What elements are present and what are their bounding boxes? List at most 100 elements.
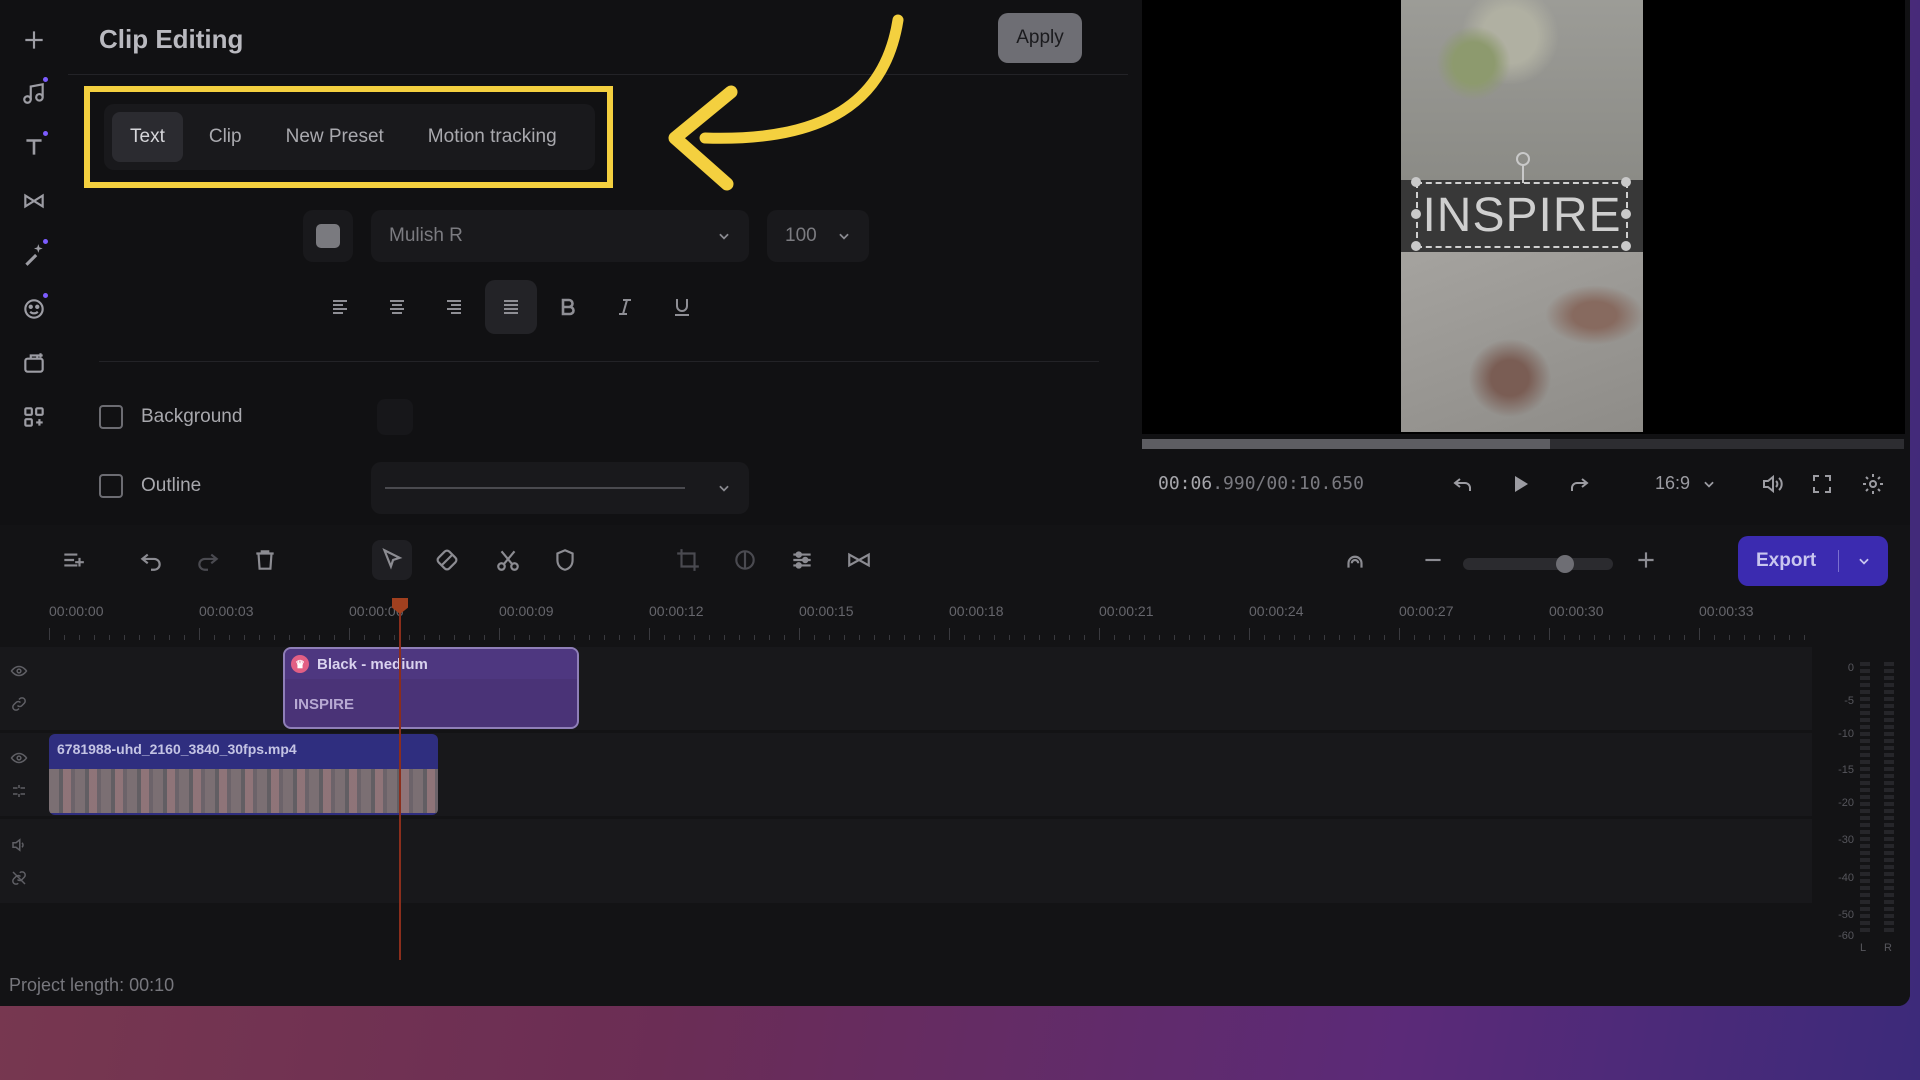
timeline-ruler[interactable]: 00:00:00 00:00:03 00:00:06 00:00:09 00:00:12… (0, 595, 1820, 655)
format-toolbar (314, 280, 708, 334)
effects-icon[interactable] (14, 235, 54, 275)
settings-icon[interactable] (1855, 466, 1891, 502)
ruler-tick (604, 635, 605, 640)
zoom-slider-knob[interactable] (1556, 555, 1574, 573)
undo-icon[interactable] (131, 540, 171, 580)
apply-button[interactable]: Apply (998, 13, 1082, 63)
magnet-icon[interactable] (1335, 540, 1375, 580)
resize-handle[interactable] (1411, 177, 1421, 187)
volume-icon[interactable] (1754, 466, 1790, 502)
crop-icon[interactable] (668, 540, 708, 580)
outline-option[interactable]: Outline (99, 474, 201, 498)
templates-icon[interactable] (14, 343, 54, 383)
font-dropdown[interactable]: Mulish R (371, 210, 749, 262)
italic-icon[interactable] (599, 280, 651, 334)
ruler-tick (574, 635, 575, 640)
mask-icon[interactable] (545, 540, 585, 580)
align-right-icon[interactable] (428, 280, 480, 334)
text-clip[interactable]: ♛ Black - medium INSPIRE (283, 647, 579, 729)
music-icon[interactable] (14, 73, 54, 113)
background-color-swatch[interactable] (377, 399, 413, 435)
underline-icon[interactable] (656, 280, 708, 334)
tab-clip[interactable]: Clip (191, 112, 260, 162)
resize-handle[interactable] (1621, 177, 1631, 187)
tab-motion-tracking[interactable]: Motion tracking (410, 112, 575, 162)
link-icon[interactable] (10, 695, 28, 713)
tool-rail (0, 0, 68, 525)
select-tool-icon[interactable] (372, 540, 412, 580)
ruler-tick (1084, 635, 1085, 640)
add-track-icon[interactable] (53, 540, 93, 580)
text-color-picker[interactable] (303, 210, 353, 262)
resize-handle[interactable] (1411, 241, 1421, 251)
link-off-icon[interactable] (10, 782, 28, 800)
aspect-ratio-dropdown[interactable]: 16:9 (1655, 473, 1716, 494)
eye-icon[interactable] (10, 662, 28, 680)
text-overlay-box[interactable]: INSPIRE (1416, 182, 1628, 248)
chevron-down-icon (839, 233, 849, 240)
align-left-icon[interactable] (314, 280, 366, 334)
transition-icon[interactable] (14, 181, 54, 221)
speaker-icon[interactable] (10, 836, 28, 854)
ruler-tick (229, 635, 230, 640)
redo-icon[interactable] (188, 540, 228, 580)
ruler-label: 00:00:18 (949, 603, 1004, 619)
ruler-tick (949, 628, 950, 640)
align-center-icon[interactable] (371, 280, 423, 334)
resize-handle[interactable] (1411, 209, 1421, 219)
zoom-out-icon[interactable] (1413, 540, 1453, 580)
ruler-tick (589, 635, 590, 640)
delete-icon[interactable] (245, 540, 285, 580)
background-option[interactable]: Background (99, 405, 242, 429)
ruler-tick (319, 635, 320, 640)
ruler-tick (1489, 635, 1490, 640)
adjust-icon[interactable] (782, 540, 822, 580)
play-icon[interactable] (1502, 466, 1538, 502)
rewind-icon[interactable] (1445, 466, 1481, 502)
bold-icon[interactable] (542, 280, 594, 334)
ruler-tick (49, 628, 50, 640)
filter-icon[interactable] (725, 540, 765, 580)
ruler-tick (679, 635, 680, 640)
plus-icon[interactable] (14, 20, 54, 60)
preview-scrubber[interactable] (1142, 439, 1904, 449)
font-size-dropdown[interactable]: 100 (767, 210, 869, 262)
ruler-tick (1564, 635, 1565, 640)
tab-text[interactable]: Text (112, 112, 183, 162)
background-checkbox[interactable] (99, 405, 123, 429)
ruler-tick (1024, 635, 1025, 640)
text-icon[interactable] (14, 127, 54, 167)
export-button[interactable]: Export (1738, 536, 1888, 586)
audio-track (0, 819, 1812, 903)
video-clip-name: 6781988-uhd_2160_3840_30fps.mp4 (57, 741, 297, 757)
ruler-label: 00:00:24 (1249, 603, 1304, 619)
tab-new-preset[interactable]: New Preset (268, 112, 402, 162)
cut-icon[interactable] (488, 540, 528, 580)
outline-checkbox[interactable] (99, 474, 123, 498)
eye-icon[interactable] (10, 749, 28, 767)
zoom-slider[interactable] (1463, 555, 1613, 573)
ruler-tick (1159, 635, 1160, 640)
align-justify-icon[interactable] (485, 280, 537, 334)
transition-icon[interactable] (839, 540, 879, 580)
resize-handle[interactable] (1621, 209, 1631, 219)
sticker-icon[interactable] (14, 289, 54, 329)
forward-icon[interactable] (1561, 466, 1597, 502)
resize-handle[interactable] (1621, 241, 1631, 251)
rotate-handle[interactable] (1516, 152, 1530, 166)
chevron-down-icon[interactable] (1839, 554, 1888, 568)
timecode: 00:06.990/00:10.650 (1158, 473, 1364, 494)
outline-style-dropdown[interactable] (371, 462, 749, 514)
apps-icon[interactable] (14, 397, 54, 437)
fullscreen-icon[interactable] (1804, 466, 1840, 502)
unlink-icon[interactable] (10, 869, 28, 887)
split-tool-icon[interactable] (427, 540, 467, 580)
ruler-tick (559, 635, 560, 640)
ruler-tick (934, 635, 935, 640)
zoom-in-icon[interactable] (1626, 540, 1666, 580)
ruler-tick (544, 635, 545, 640)
playhead[interactable] (399, 598, 401, 960)
video-clip[interactable]: 6781988-uhd_2160_3840_30fps.mp4 (49, 734, 438, 815)
divider (99, 361, 1099, 362)
ruler-tick (199, 628, 200, 640)
